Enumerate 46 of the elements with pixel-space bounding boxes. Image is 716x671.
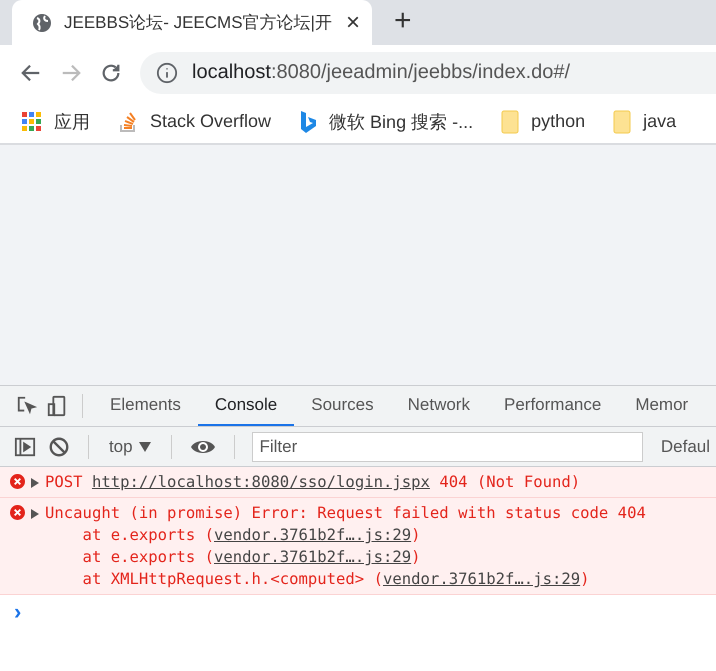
- source-link[interactable]: http://localhost:8080/sso/login.jspx: [92, 473, 430, 491]
- bookmark-link[interactable]: python: [531, 111, 586, 132]
- devtools-tab[interactable]: Network: [390, 386, 487, 426]
- globe-icon: [32, 12, 52, 32]
- filter-field[interactable]: Filter: [252, 432, 643, 462]
- console-message: POST http://localhost:8080/sso/login.jspx 404 (Not Found): [45, 472, 580, 493]
- console-message: at e.exports (vendor.3761b2f….js:29): [82, 547, 422, 568]
- console-message: Uncaught (in promise) Error: Request failed with status code 404: [45, 503, 646, 524]
- reload-icon[interactable]: [100, 62, 122, 84]
- expand-triangle-icon[interactable]: [31, 478, 39, 488]
- clear-icon[interactable]: [48, 436, 70, 458]
- console-message: at e.exports (vendor.3761b2f….js:29): [82, 525, 422, 546]
- source-link[interactable]: vendor.3761b2f….js:29: [382, 570, 580, 588]
- bookmark-link[interactable]: 微软 Bing 搜索 -...: [329, 110, 474, 134]
- browser-tab[interactable]: JEEBBS论坛- JEECMS官方论坛|开 ×: [12, 0, 372, 45]
- console-prompt[interactable]: ›: [0, 595, 716, 629]
- devtools-tab[interactable]: Sources: [294, 386, 391, 426]
- bookmark-link[interactable]: java: [643, 111, 676, 132]
- caret-icon: [138, 442, 151, 452]
- new-tab-button[interactable]: +: [394, 1, 412, 41]
- context-select[interactable]: top: [102, 436, 157, 458]
- address-bar[interactable]: localhost:8080/jeeadmin/jeebbs/index.do#/: [140, 52, 716, 94]
- error-icon: [10, 474, 25, 489]
- bookmark-link[interactable]: 应用: [54, 110, 90, 134]
- url-text: localhost:8080/jeeadmin/jeebbs/index.do#/: [192, 61, 570, 84]
- error-icon: [10, 505, 25, 520]
- source-link[interactable]: vendor.3761b2f….js:29: [214, 526, 412, 544]
- console-message: at XMLHttpRequest.h.<computed> (vendor.3761b2f….js:29): [82, 569, 591, 590]
- info-icon: [156, 62, 178, 84]
- devtools-tab[interactable]: Performance: [486, 386, 618, 426]
- inspect-icon[interactable]: [16, 395, 38, 417]
- expand-triangle-icon[interactable]: [31, 509, 39, 519]
- bing-logo-icon: [299, 110, 318, 134]
- apps-grid-icon: [22, 112, 42, 132]
- levels-dropdown[interactable]: Defaul: [654, 436, 716, 458]
- source-link[interactable]: vendor.3761b2f….js:29: [214, 548, 412, 566]
- device-icon[interactable]: [46, 395, 68, 417]
- devtools-tab[interactable]: Elements: [93, 386, 198, 426]
- close-button[interactable]: ×: [346, 8, 360, 36]
- folder-icon: [501, 110, 520, 134]
- tab-title: JEEBBS论坛- JEECMS官方论坛|开: [64, 12, 333, 34]
- sidebar-icon[interactable]: [14, 436, 36, 458]
- folder-icon: [613, 110, 632, 134]
- devtools-tab[interactable]: Memor: [618, 386, 706, 426]
- stack-logo-icon: [118, 110, 138, 132]
- bookmark-link[interactable]: Stack Overflow: [150, 111, 272, 132]
